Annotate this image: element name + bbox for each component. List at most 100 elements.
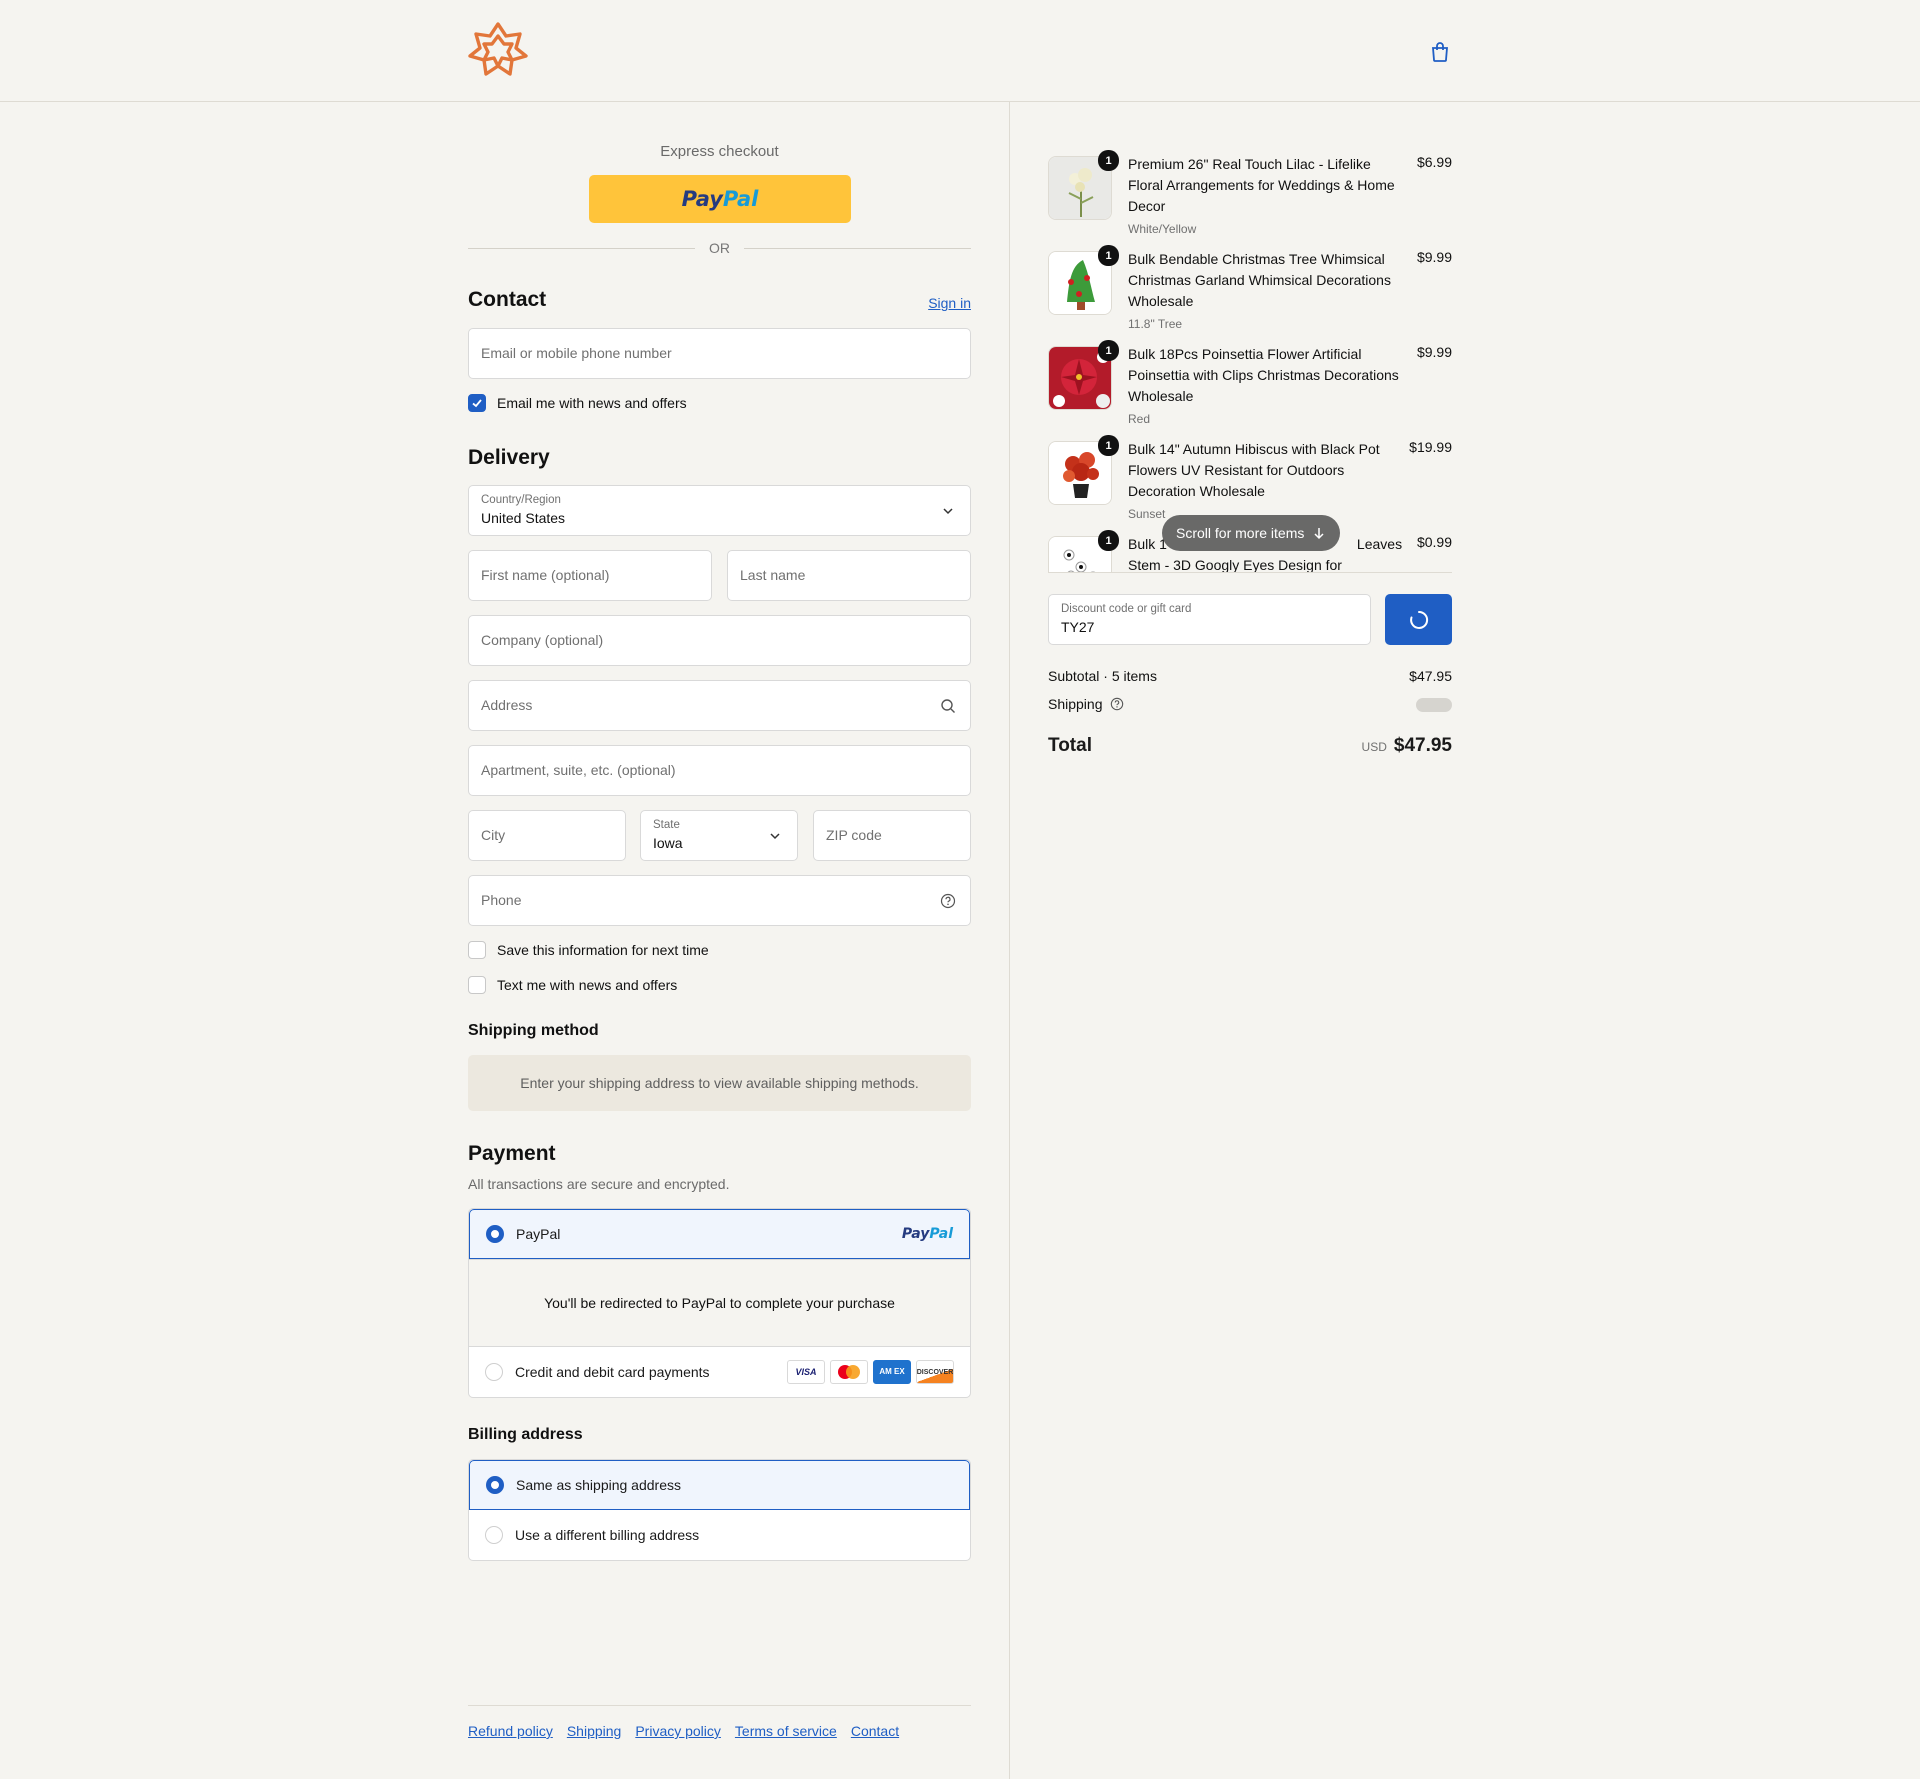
phone-field[interactable]: Phone <box>468 875 971 926</box>
contact-link[interactable]: Contact <box>851 1723 899 1739</box>
or-label: OR <box>709 240 730 256</box>
paypal-redirect-notice: You'll be redirected to PayPal to comple… <box>469 1259 970 1347</box>
item-name: Bulk 14" Autumn Hibiscus with Black Pot … <box>1128 441 1380 499</box>
item-name-visible-start: Bulk 1 <box>1128 536 1167 552</box>
paypal-option-label: PayPal <box>516 1226 561 1242</box>
radio-selected-icon <box>486 1225 504 1243</box>
address-placeholder: Address <box>481 697 533 713</box>
zip-field[interactable]: ZIP code <box>813 810 971 861</box>
email-news-label: Email me with news and offers <box>497 395 687 411</box>
email-field[interactable]: Email or mobile phone number <box>468 328 971 379</box>
billing-different-option[interactable]: Use a different billing address <box>469 1510 970 1560</box>
item-name: Bulk 18Pcs Poinsettia Flower Artificial … <box>1128 346 1399 404</box>
contact-heading: Contact <box>468 288 547 311</box>
help-circle-icon[interactable] <box>940 893 956 909</box>
item-name-line2: Stem - 3D Googly Eyes Design for Hallowe… <box>1128 557 1342 573</box>
chevron-down-icon <box>770 833 780 840</box>
radio-icon <box>485 1363 503 1381</box>
shipping-link[interactable]: Shipping <box>567 1723 622 1739</box>
zip-placeholder: ZIP code <box>826 827 882 843</box>
state-label: State <box>653 819 680 831</box>
column-divider <box>1009 102 1010 1779</box>
item-price: $6.99 <box>1416 154 1452 170</box>
billing-same-label: Same as shipping address <box>516 1477 681 1493</box>
billing-different-label: Use a different billing address <box>515 1527 700 1543</box>
apply-discount-button[interactable] <box>1385 594 1452 645</box>
quantity-badge: 1 <box>1098 435 1119 456</box>
footer-links: Refund policy Shipping Privacy policy Te… <box>468 1705 971 1739</box>
state-value: Iowa <box>653 835 683 851</box>
discount-label: Discount code or gift card <box>1061 603 1192 615</box>
save-info-checkbox[interactable]: Save this information for next time <box>468 941 709 959</box>
payment-heading: Payment <box>468 1142 556 1165</box>
total-currency: USD <box>1361 740 1387 754</box>
country-select[interactable]: Country/Region United States <box>468 485 971 536</box>
email-placeholder: Email or mobile phone number <box>481 345 672 361</box>
apartment-placeholder: Apartment, suite, etc. (optional) <box>481 762 676 778</box>
checkbox-icon <box>468 941 486 959</box>
item-variant: Red <box>1128 412 1151 426</box>
paypal-wordmark-pay: Pay <box>681 187 723 211</box>
search-icon <box>941 699 955 713</box>
visa-icon: VISA <box>787 1360 825 1384</box>
discover-icon: DISCOVER <box>916 1360 954 1384</box>
first-name-field[interactable]: First name (optional) <box>468 550 712 601</box>
help-circle-icon[interactable] <box>1110 697 1124 711</box>
total-value: $47.95 <box>1393 735 1452 756</box>
checkbox-checked-icon <box>468 394 486 412</box>
scroll-hint-label: Scroll for more items <box>1176 525 1305 541</box>
shipping-loading-placeholder <box>1416 698 1452 712</box>
country-value: United States <box>481 510 566 526</box>
last-name-field[interactable]: Last name <box>727 550 971 601</box>
payment-options: PayPal PayPal You'll be redirected to Pa… <box>468 1208 971 1398</box>
billing-same-option[interactable]: Same as shipping address <box>469 1460 970 1510</box>
quantity-badge: 1 <box>1098 150 1119 171</box>
first-name-placeholder: First name (optional) <box>481 567 610 583</box>
payment-option-card[interactable]: Credit and debit card payments VISA AM E… <box>469 1347 970 1397</box>
paypal-logo-icon: PayPal <box>901 1226 953 1242</box>
card-option-label: Credit and debit card payments <box>515 1364 710 1380</box>
address-field[interactable]: Address <box>468 680 971 731</box>
apartment-field[interactable]: Apartment, suite, etc. (optional) <box>468 745 971 796</box>
quantity-badge: 1 <box>1098 245 1119 266</box>
company-field[interactable]: Company (optional) <box>468 615 971 666</box>
radio-icon <box>485 1526 503 1544</box>
flower-logo-icon[interactable] <box>468 20 528 80</box>
text-me-label: Text me with news and offers <box>497 977 678 993</box>
item-name: Bulk Bendable Christmas Tree Whimsical C… <box>1128 251 1391 309</box>
sign-in-link[interactable]: Sign in <box>928 295 971 311</box>
item-name-visible-end: Leaves <box>1356 536 1403 552</box>
subtotal-row: Subtotal · 5 items $47.95 <box>1048 668 1452 684</box>
shipping-row: Shipping <box>1048 696 1452 712</box>
item-name: Premium 26" Real Touch Lilac - Lifelike … <box>1128 156 1395 214</box>
paypal-wordmark-pal: Pal <box>722 187 759 211</box>
scroll-more-items-button[interactable]: Scroll for more items <box>1162 515 1341 551</box>
checkbox-icon <box>468 976 486 994</box>
total-row: Total USD $47.95 <box>1048 735 1452 757</box>
radio-selected-icon <box>486 1476 504 1494</box>
chevron-down-icon <box>943 508 953 515</box>
privacy-policy-link[interactable]: Privacy policy <box>635 1723 721 1739</box>
phone-placeholder: Phone <box>481 892 522 908</box>
discount-code-field[interactable]: Discount code or gift card TY27 <box>1048 594 1371 645</box>
terms-of-service-link[interactable]: Terms of service <box>735 1723 837 1739</box>
shipping-method-notice: Enter your shipping address to view avai… <box>468 1055 971 1111</box>
item-price: $9.99 <box>1416 344 1452 360</box>
card-logos: VISA AM EX DISCOVER <box>787 1360 954 1384</box>
order-items-list[interactable]: 1 Premium 26" Real Touch Lilac - Lifelik… <box>1048 142 1452 573</box>
city-field[interactable]: City <box>468 810 626 861</box>
arrow-down-icon <box>1314 528 1324 540</box>
payment-subtitle: All transactions are secure and encrypte… <box>468 1176 730 1192</box>
payment-option-paypal[interactable]: PayPal PayPal <box>469 1209 970 1259</box>
email-news-checkbox[interactable]: Email me with news and offers <box>468 394 687 412</box>
item-variant: Sunset <box>1128 507 1166 521</box>
shopping-bag-icon[interactable] <box>1428 40 1452 64</box>
item-variant: White/Yellow <box>1128 222 1197 236</box>
state-select[interactable]: State Iowa <box>640 810 798 861</box>
company-placeholder: Company (optional) <box>481 632 604 648</box>
billing-heading: Billing address <box>468 1426 583 1443</box>
item-price: $9.99 <box>1416 249 1452 265</box>
paypal-express-button[interactable]: Pay Pal <box>589 175 851 223</box>
text-me-checkbox[interactable]: Text me with news and offers <box>468 976 677 994</box>
refund-policy-link[interactable]: Refund policy <box>468 1723 553 1739</box>
